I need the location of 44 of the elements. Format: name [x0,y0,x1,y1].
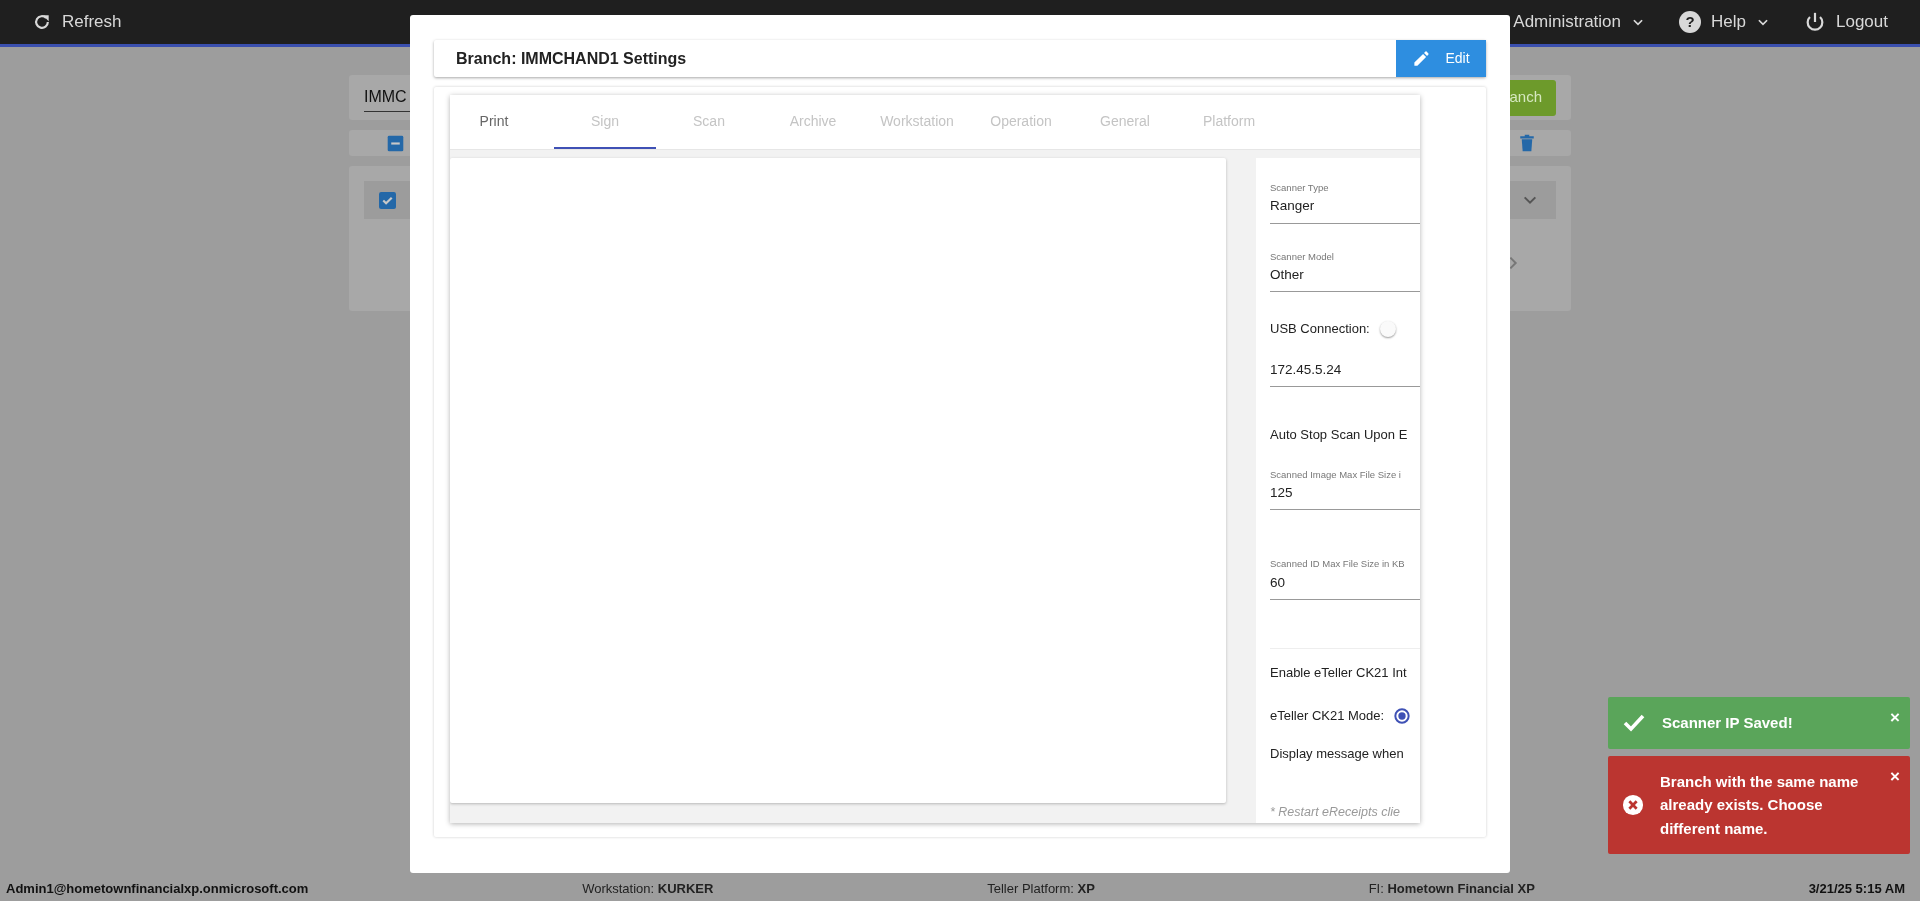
trash-icon [1518,133,1536,153]
status-text: Teller Platform: XP [987,879,1095,898]
toast-message: Scanner IP Saved! [1662,713,1794,734]
setting-label: Display message when [1270,744,1405,763]
nav-link[interactable]: Administration [1513,9,1646,35]
refresh-icon [32,12,52,32]
status-text: FI: Hometown Financial XP [1368,879,1535,898]
select-field[interactable]: Scanner Model Other [1270,250,1420,293]
field-value: Other [1270,266,1305,285]
setting-label: eTeller CK21 Mode: [1270,707,1385,726]
radio-button[interactable] [1394,708,1411,725]
select-field[interactable]: Scanned Image Max File Size i 125 [1270,468,1420,511]
status-text: Workstation: KURKER [582,879,714,898]
edit-button[interactable]: Edit [1396,40,1486,77]
modal-title: Branch: IMMCHAND1 Settings [455,48,687,69]
tab[interactable]: Print [450,95,538,149]
date-time: 3/21/25 5:15 AM [1808,879,1905,898]
nav-link[interactable]: Refresh [32,9,122,35]
close-button[interactable]: × [1890,709,1900,726]
toast-message: Branch with the same name already exists. Choose different name. [1660,772,1860,839]
setting-label: Enable eTeller CK21 Int [1270,663,1408,682]
field-value: 125 [1270,483,1294,502]
help-icon: ? [1679,11,1702,33]
user-email: Admin1@hometownfinancialxp.onmicrosoft.com [6,879,309,898]
field-label: Scanner Type [1270,182,1330,194]
indeterminate-checkbox-icon[interactable] [387,134,404,152]
nav-link[interactable]: Logout [1804,9,1888,35]
setting-label: Auto Stop Scan Upon E [1270,426,1409,445]
power-icon [1804,11,1826,33]
nav-link[interactable]: ? Help [1679,9,1770,35]
input-field[interactable]: 172.45.5.24 [1270,356,1420,388]
field-value: 60 [1270,573,1287,592]
toggle-switch[interactable] [1379,321,1396,338]
checkbox-icon[interactable] [379,191,396,209]
note-text: * Restart eReceipts clie [1270,804,1401,822]
field-value: Ranger [1270,197,1316,216]
select-field[interactable]: Scanned ID Max File Size in KB 60 [1270,558,1420,600]
field-label: Scanner Model [1270,250,1335,263]
close-button[interactable]: × [1890,768,1900,785]
setting-label: USB Connection: [1270,320,1370,339]
field-label: Scanned Image Max File Size i [1270,468,1402,480]
field-label: Scanned ID Max File Size in KB [1270,558,1406,570]
select-field[interactable]: Scanner Type Ranger [1270,182,1420,224]
error-icon [1622,793,1644,816]
